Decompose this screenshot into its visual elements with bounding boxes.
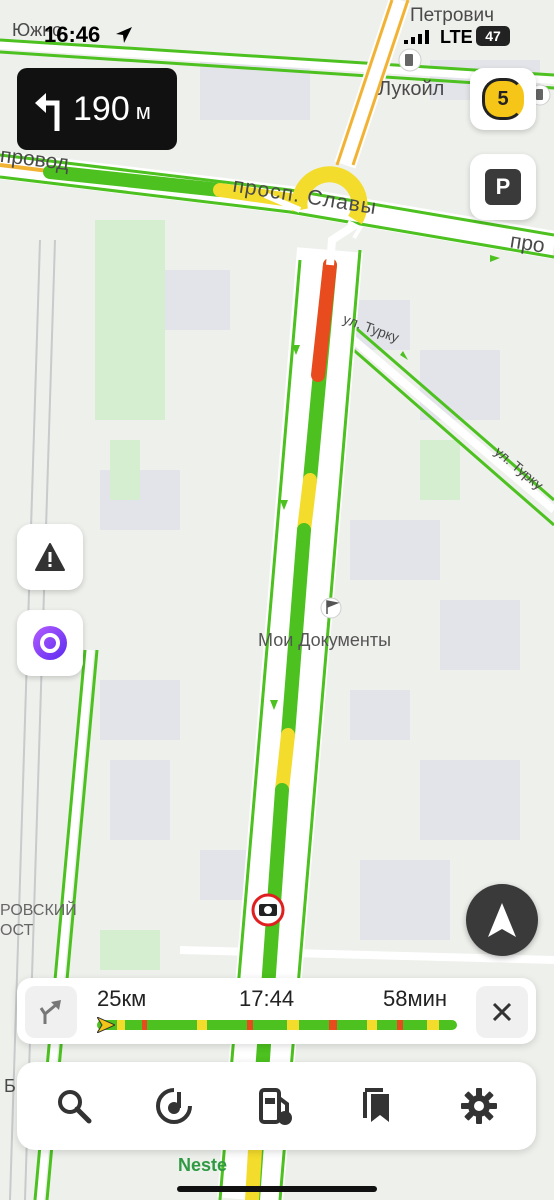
progress-yellow-segment [117, 1020, 125, 1030]
parking-button[interactable]: P [470, 154, 536, 220]
traffic-level-badge: 5 [482, 78, 524, 120]
alice-icon [33, 626, 67, 660]
bottom-toolbar [17, 1062, 536, 1150]
network-label: LTE [440, 27, 473, 47]
progress-red-segment [397, 1020, 403, 1030]
progress-red-segment [142, 1020, 147, 1030]
location-arrow-icon [115, 26, 133, 49]
navigation-arrow-icon [488, 903, 516, 937]
report-incident-button[interactable] [17, 524, 83, 590]
progress-yellow-segment [427, 1020, 439, 1030]
avenue-label-right: про [508, 229, 547, 258]
progress-yellow-segment [287, 1020, 299, 1030]
search-icon [58, 1090, 92, 1124]
bookmarks-icon [363, 1088, 389, 1122]
search-button[interactable] [48, 1080, 100, 1132]
music-icon [156, 1088, 192, 1124]
route-progress-bar [97, 1020, 457, 1030]
arrival-time: 17:44 [239, 986, 295, 1011]
fuel-station-icon[interactable] [398, 48, 422, 72]
maneuver-unit: м [135, 99, 151, 124]
maneuver-card[interactable]: 190 м [17, 68, 177, 150]
street-label-top-right: Петрович [410, 5, 495, 26]
settings-button[interactable] [453, 1080, 505, 1132]
speed-camera-icon[interactable] [251, 893, 285, 927]
progress-red-segment [329, 1020, 337, 1030]
station-label: Лукойл [378, 78, 445, 100]
status-time: 16:46 [44, 22, 101, 47]
home-indicator[interactable] [177, 1186, 377, 1192]
street-label-bottom-left: Б [4, 1076, 16, 1096]
battery-level: 47 [485, 28, 501, 44]
parking-icon: P [485, 169, 521, 205]
progress-yellow-segment [197, 1020, 207, 1030]
gear-icon [461, 1088, 497, 1124]
current-position-marker-icon [95, 1015, 117, 1038]
traffic-level-value: 5 [497, 87, 509, 110]
close-route-button[interactable] [476, 986, 528, 1038]
bookmarks-button[interactable] [351, 1080, 403, 1132]
progress-yellow-segment [367, 1020, 377, 1030]
route-fork-icon [39, 1000, 61, 1024]
music-button[interactable] [148, 1080, 200, 1132]
parking-label: P [495, 174, 511, 199]
poi-flag-icon[interactable] [320, 597, 342, 619]
route-duration: 58мин [383, 986, 448, 1011]
fuel-pump-icon [259, 1088, 292, 1125]
close-icon [492, 1002, 512, 1022]
district-label-2: ОСТ [0, 922, 34, 939]
alice-assistant-button[interactable] [17, 610, 83, 676]
progress-red-segment [247, 1020, 253, 1030]
route-alternatives-button[interactable] [25, 986, 77, 1038]
maneuver-distance: 190 [73, 89, 130, 128]
battery-icon: 47 [476, 26, 510, 46]
warning-icon [35, 543, 65, 571]
compass-button[interactable] [466, 884, 538, 956]
fuel-button[interactable] [249, 1080, 301, 1132]
route-panel[interactable]: 25км 17:44 58мин [17, 978, 536, 1044]
turn-left-icon [33, 87, 67, 131]
district-label-1: РОВСКИЙ [0, 902, 77, 919]
route-distance: 25км [97, 986, 147, 1011]
traffic-level-button[interactable]: 5 [470, 68, 536, 130]
bottom-poi-label: Neste [178, 1155, 228, 1175]
poi-label: Мои Документы [258, 630, 392, 650]
signal-icon [404, 30, 432, 49]
